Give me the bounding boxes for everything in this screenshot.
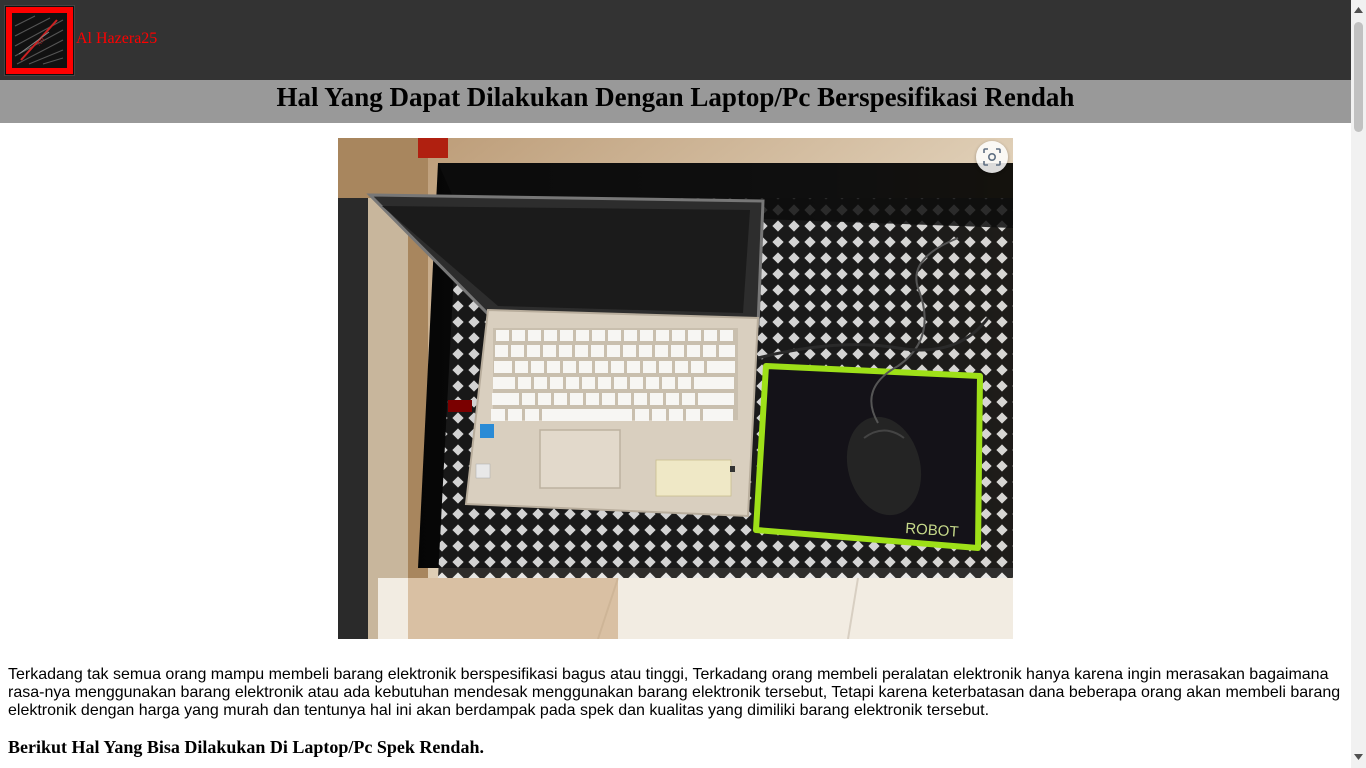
google-lens-icon[interactable] bbox=[976, 141, 1008, 173]
scroll-thumb[interactable] bbox=[1354, 22, 1363, 132]
article-subheading: Berikut Hal Yang Bisa Dilakukan Di Lapto… bbox=[8, 737, 484, 757]
laptop-photo: ROBOT bbox=[338, 138, 1013, 639]
logo-icon: AH bbox=[4, 5, 75, 76]
page-scrollbar[interactable] bbox=[1351, 0, 1366, 768]
scroll-down-arrow-icon[interactable] bbox=[1351, 749, 1366, 766]
site-header: AH Al Hazera25 bbox=[0, 0, 1351, 80]
title-bar: Hal Yang Dapat Dilakukan Dengan Laptop/P… bbox=[0, 80, 1351, 123]
scroll-up-arrow-icon[interactable] bbox=[1351, 2, 1366, 19]
page-title: Hal Yang Dapat Dilakukan Dengan Laptop/P… bbox=[276, 82, 1075, 112]
article-intro: Terkadang tak semua orang mampu membeli … bbox=[8, 666, 1341, 719]
site-logo-link[interactable]: AH bbox=[4, 5, 75, 76]
site-name-link[interactable]: Al Hazera25 bbox=[76, 30, 157, 48]
